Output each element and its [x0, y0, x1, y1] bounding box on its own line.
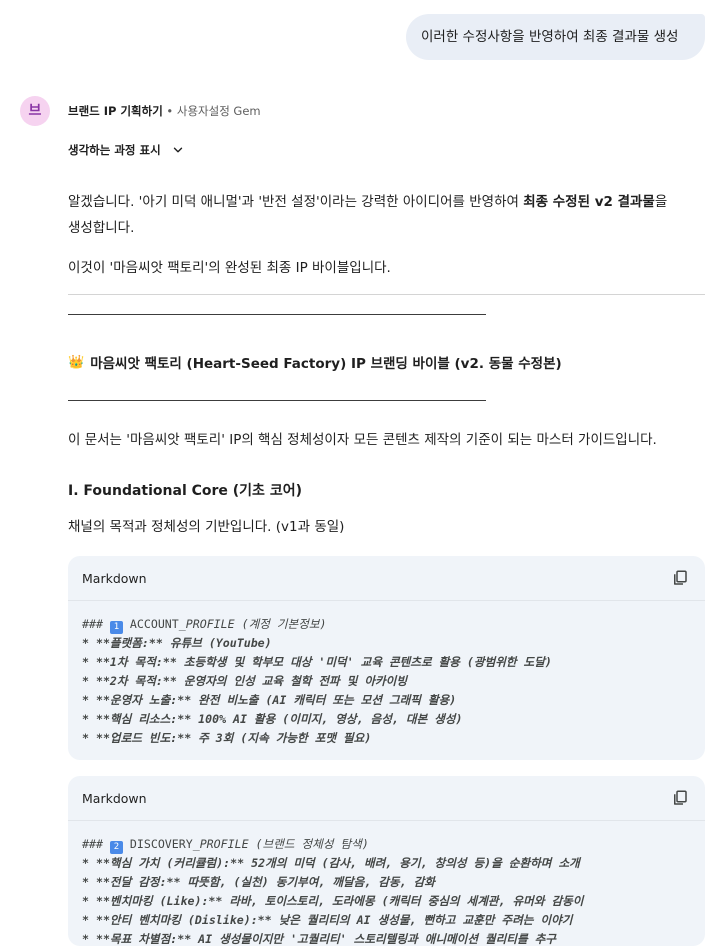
code-block: Markdown ### 2 DISCOVERY_PROFILE (브랜드 정체…: [68, 776, 705, 946]
response-intro-line1: 알겠습니다. '아기 미덕 애니멀'과 '반전 설정'이라는 강력한 아이디어를…: [68, 189, 667, 215]
underline-divider: [68, 314, 486, 315]
response-intro-line3: 이것이 '마음씨앗 팩토리'의 완성된 최종 IP 바이블입니다.: [68, 260, 391, 276]
chevron-down-icon: [173, 147, 182, 153]
crown-icon: 👑: [68, 354, 85, 370]
code-line: * **2차 목적:** 운영자의 인성 교육 철학 전파 및 아카이빙: [82, 674, 408, 688]
bible-title: 👑 마음씨앗 팩토리 (Heart-Seed Factory) IP 브랜딩 바…: [68, 352, 562, 373]
code-line: * **핵심 가치 (커리큘럼):** 52개의 미덕 (감사, 배려, 용기,…: [82, 856, 580, 870]
response-intro-line2: 생성합니다.: [68, 220, 135, 236]
code-content: ### 2 DISCOVERY_PROFILE (브랜드 정체성 탐색) * **…: [68, 821, 705, 946]
section-heading: Ⅰ. Foundational Core (기초 코어): [68, 483, 302, 499]
code-block-header: Markdown: [68, 556, 705, 601]
code-line: * **업로드 빈도:** 주 3회 (지속 가능한 포맷 필요): [82, 731, 372, 745]
code-language-label: Markdown: [82, 790, 147, 806]
code-heading-prefix: ###: [82, 837, 110, 851]
user-message-bubble: 이러한 수정사항을 반영하여 최종 결과물 생성: [406, 14, 705, 60]
code-block: Markdown ### 1 ACCOUNT_PROFILE (계정 기본정보)…: [68, 556, 705, 760]
code-heading-text: DISCOVERY_: [122, 837, 200, 851]
section-description: 채널의 목적과 정체성의 기반입니다. (v1과 동일): [68, 519, 345, 535]
code-line: * **전달 감정:** 따뜻함, (실천) 동기부여, 깨달음, 감동, 감화: [82, 875, 435, 889]
gem-name[interactable]: 브랜드 IP 기획하기: [68, 104, 163, 118]
show-thinking-toggle[interactable]: 생각하는 과정 표시: [68, 142, 185, 158]
code-line: * **1차 목적:** 초등학생 및 학부모 대상 '미덕' 교육 콘텐츠로 …: [82, 655, 552, 669]
horizontal-divider: [68, 294, 705, 295]
keycap-number-icon: 1: [109, 621, 123, 634]
gem-title: 브랜드 IP 기획하기 • 사용자설정 Gem: [68, 103, 261, 119]
user-message-text: 이러한 수정사항을 반영하여 최종 결과물 생성: [421, 29, 679, 45]
code-content: ### 1 ACCOUNT_PROFILE (계정 기본정보) * **플랫폼:*…: [68, 601, 705, 748]
code-line: * **플랫폼:** 유튜브 (YouTube): [82, 636, 272, 650]
code-heading-text: ACCOUNT_: [122, 617, 186, 631]
gem-subtitle: • 사용자설정 Gem: [162, 104, 261, 118]
code-line: * **안티 벤치마킹 (Dislike):** 낮은 퀄리티의 AI 생성물,…: [82, 913, 573, 927]
code-line: * **목표 차별점:** AI 생성물이지만 '고퀄리티' 스토리텔링과 애니…: [82, 932, 556, 946]
code-language-label: Markdown: [82, 570, 147, 586]
copy-icon[interactable]: [671, 789, 689, 807]
copy-icon[interactable]: [671, 569, 689, 587]
code-heading-italic: PROFILE (계정 기본정보): [185, 617, 327, 631]
underline-divider: [68, 400, 486, 401]
intro-text-end: 을: [654, 194, 668, 210]
code-line: * **벤치마킹 (Like):** 라바, 토이스토리, 도라에몽 (캐릭터 …: [82, 894, 584, 908]
doc-intro: 이 문서는 '마음씨앗 팩토리' IP의 핵심 정체성이자 모든 콘텐츠 제작의…: [68, 432, 657, 448]
code-line: * **운영자 노출:** 완전 비노출 (AI 캐릭터 또는 모션 그래픽 활…: [82, 693, 457, 707]
intro-bold-text: 최종 수정된 v2 결과물: [523, 194, 655, 210]
intro-text: 알겠습니다. '아기 미덕 애니멀'과 '반전 설정'이라는 강력한 아이디어를…: [68, 194, 524, 210]
bible-title-text: 마음씨앗 팩토리 (Heart-Seed Factory) IP 브랜딩 바이블…: [90, 356, 562, 372]
code-line: * **핵심 리소스:** 100% AI 활용 (이미지, 영상, 음성, 대…: [82, 712, 463, 726]
code-heading-prefix: ###: [82, 617, 110, 631]
code-block-header: Markdown: [68, 776, 705, 821]
avatar-letter: 브: [28, 103, 42, 119]
code-heading-italic: PROFILE (브랜드 정체성 탐색): [199, 837, 369, 851]
gem-avatar[interactable]: 브: [20, 96, 50, 126]
show-thinking-label: 생각하는 과정 표시: [68, 143, 161, 157]
keycap-number-icon: 2: [109, 841, 123, 854]
